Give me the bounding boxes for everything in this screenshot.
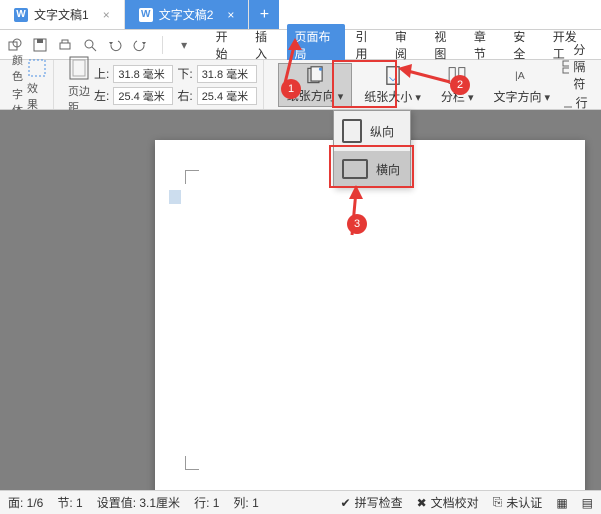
status-spellcheck[interactable]: ✔ 拼写检查 [341, 494, 403, 511]
orientation-portrait[interactable]: 纵向 [334, 111, 410, 151]
annotation-badge-1: 1 [281, 79, 301, 99]
annotation-badge-3: 3 [347, 214, 367, 234]
page-break-button[interactable]: 分隔符 [562, 41, 592, 92]
page[interactable] [155, 140, 585, 490]
margin-right-input[interactable] [197, 87, 257, 105]
save-icon[interactable] [33, 37, 48, 53]
doc-icon [169, 190, 181, 204]
print-icon[interactable] [58, 37, 73, 53]
svg-text:|A: |A [515, 70, 525, 82]
status-bar: 面: 1/6 节: 1 设置值: 3.1厘米 行: 1 列: 1 ✔ 拼写检查 … [0, 490, 601, 514]
close-icon[interactable]: × [227, 8, 234, 22]
annotation-badge-2: 2 [450, 75, 470, 95]
quick-access-toolbar: ▾ 开始 插入 页面布局 引用 审阅 视图 章节 安全 开发工 [0, 30, 601, 60]
margin-top-input[interactable] [113, 65, 173, 83]
undo-icon[interactable] [108, 37, 123, 53]
redo-icon[interactable] [133, 37, 148, 53]
preview-icon[interactable] [83, 37, 98, 53]
dropdown-icon[interactable]: ▾ [177, 37, 192, 53]
status-cert[interactable]: ⎘ 未认证 [493, 494, 543, 511]
status-col: 列: 1 [233, 494, 258, 511]
status-proofing[interactable]: ✖ 文档校对 [417, 494, 479, 511]
portrait-icon [342, 119, 362, 143]
status-row: 行: 1 [194, 494, 219, 511]
status-setval: 设置值: 3.1厘米 [97, 494, 180, 511]
landscape-icon [342, 159, 368, 179]
shapes-icon[interactable] [8, 37, 23, 53]
page-margins-button[interactable]: 页边距 [68, 55, 90, 115]
theme-effect-button[interactable]: 效果 [27, 58, 47, 112]
view-mode-icon[interactable]: ▤ [582, 496, 593, 510]
tab-label: 文字文稿1 [34, 6, 89, 23]
status-page[interactable]: 面: 1/6 [8, 494, 43, 511]
margin-corner-icon [185, 170, 199, 184]
view-mode-icon[interactable]: ▦ [556, 496, 567, 510]
tab-doc1[interactable]: W 文字文稿1 × [0, 0, 125, 29]
wps-icon: W [139, 8, 153, 22]
orientation-landscape[interactable]: 横向 [334, 151, 410, 187]
orientation-dropdown: 纵向 横向 [333, 110, 411, 188]
paper-size-button[interactable]: 纸张大小 ▾ [356, 63, 429, 107]
close-icon[interactable]: × [103, 8, 110, 22]
text-direction-button[interactable]: |A 文字方向 ▾ [485, 63, 558, 107]
margin-left-input[interactable] [113, 87, 173, 105]
margin-bottom-input[interactable] [197, 65, 257, 83]
margin-values: 上: 左: [94, 65, 173, 105]
tab-label: 文字文稿2 [159, 6, 214, 23]
wps-icon: W [14, 8, 28, 22]
status-section: 节: 1 [57, 494, 82, 511]
document-canvas[interactable] [0, 110, 601, 490]
theme-color-button[interactable]: 颜色 字体 [12, 52, 23, 118]
margin-corner-icon [185, 456, 199, 470]
margin-values-2: 下: 右: [177, 65, 256, 105]
